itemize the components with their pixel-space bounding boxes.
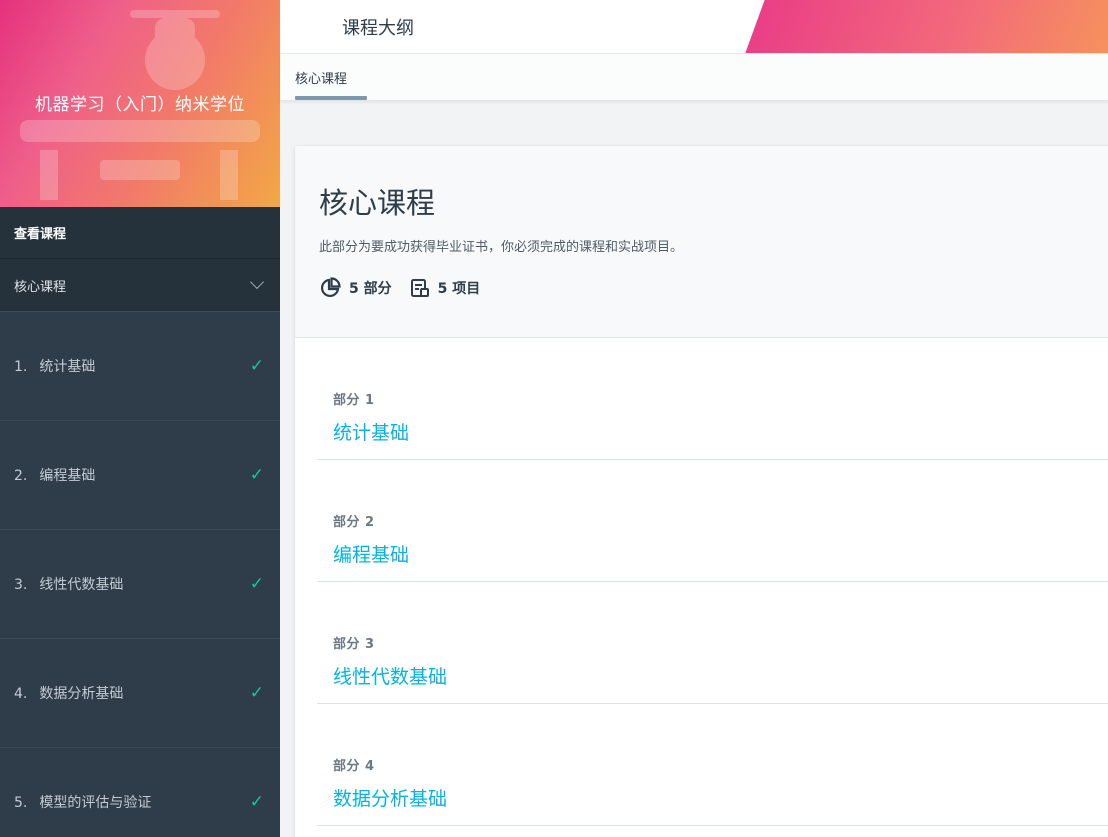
header-accent-banner	[745, 0, 1108, 53]
sidebar-item-label: 编程基础	[39, 468, 96, 484]
check-icon: ✓	[249, 574, 264, 594]
sidebar-item-label: 统计基础	[39, 359, 96, 375]
sidebar-item-label: 线性代数基础	[39, 577, 124, 593]
sidebar-item-linear-algebra[interactable]: 3. 线性代数基础 ✓	[0, 530, 280, 639]
part-title-link[interactable]: 统计基础	[333, 418, 1108, 445]
parts-count: 5 部分	[349, 281, 392, 297]
parts-list: 部分 1 统计基础 部分 2 编程基础 部分 3 线性代数基础 部分 4 数据分…	[295, 338, 1108, 826]
part-label: 部分 1	[333, 393, 375, 408]
list-item: 部分 1 统计基础	[317, 338, 1108, 460]
tab-bar: 核心课程	[280, 54, 1108, 101]
program-title[interactable]: 机器学习（入门）纳米学位	[0, 90, 280, 115]
sidebar-item-programming[interactable]: 2. 编程基础 ✓	[0, 421, 280, 530]
check-icon: ✓	[249, 683, 264, 703]
sidebar: 机器学习（入门）纳米学位 查看课程 核心课程 1. 统计基础 ✓ 2. 编程基础 ✓…	[0, 0, 280, 837]
check-icon: ✓	[249, 792, 264, 812]
page-title: 课程大纲	[342, 18, 414, 39]
view-courses-label: 查看课程	[14, 227, 67, 242]
sidebar-item-model-evaluation[interactable]: 5. 模型的评估与验证 ✓	[0, 748, 280, 837]
sidebar-item-label: 模型的评估与验证	[39, 795, 152, 811]
syllabus-card-header: 核心课程 此部分为要成功获得毕业证书，你必须完成的课程和实战项目。 5 部分 5…	[295, 146, 1108, 338]
sidebar-item-number: 5.	[14, 795, 28, 811]
section-dropdown-label: 核心课程	[14, 279, 67, 295]
sidebar-item-label: 数据分析基础	[39, 686, 124, 702]
pie-chart-icon	[320, 277, 341, 298]
part-title-link[interactable]: 线性代数基础	[333, 662, 1108, 689]
chevron-down-icon	[249, 274, 265, 290]
projects-count: 5 项目	[437, 281, 481, 297]
part-title-link[interactable]: 编程基础	[333, 540, 1108, 567]
part-title-link[interactable]: 数据分析基础	[333, 784, 1108, 811]
sidebar-item-statistics[interactable]: 1. 统计基础 ✓	[0, 312, 280, 421]
section-description: 此部分为要成功获得毕业证书，你必须完成的课程和实战项目。	[319, 240, 684, 255]
sidebar-item-number: 2.	[14, 468, 28, 484]
sidebar-item-number: 1.	[14, 359, 28, 375]
list-item: 部分 2 编程基础	[317, 460, 1108, 582]
section-dropdown[interactable]: 核心课程	[0, 259, 280, 312]
check-icon: ✓	[249, 465, 264, 485]
sidebar-item-number: 4.	[14, 686, 28, 702]
part-label: 部分 4	[333, 759, 375, 774]
section-stats: 5 部分 5 项目	[319, 277, 1091, 299]
check-icon: ✓	[249, 356, 264, 376]
program-hero: 机器学习（入门）纳米学位	[0, 0, 280, 207]
view-courses-header: 查看课程	[0, 207, 280, 259]
sidebar-item-number: 3.	[14, 577, 28, 593]
active-tab-indicator	[295, 96, 367, 100]
syllabus-card: 核心课程 此部分为要成功获得毕业证书，你必须完成的课程和实战项目。 5 部分 5…	[295, 146, 1108, 837]
list-item: 部分 4 数据分析基础	[317, 704, 1108, 826]
sidebar-item-data-analysis[interactable]: 4. 数据分析基础 ✓	[0, 639, 280, 748]
project-icon	[410, 279, 429, 297]
top-bar: 课程大纲	[280, 0, 1108, 54]
parts-stat: 5 部分	[319, 277, 392, 299]
tab-core-courses[interactable]: 核心课程	[295, 54, 347, 101]
list-item: 部分 3 线性代数基础	[317, 582, 1108, 704]
part-label: 部分 2	[333, 515, 375, 530]
part-label: 部分 3	[333, 637, 375, 652]
projects-stat: 5 项目	[410, 278, 481, 298]
section-title: 核心课程	[319, 186, 436, 220]
